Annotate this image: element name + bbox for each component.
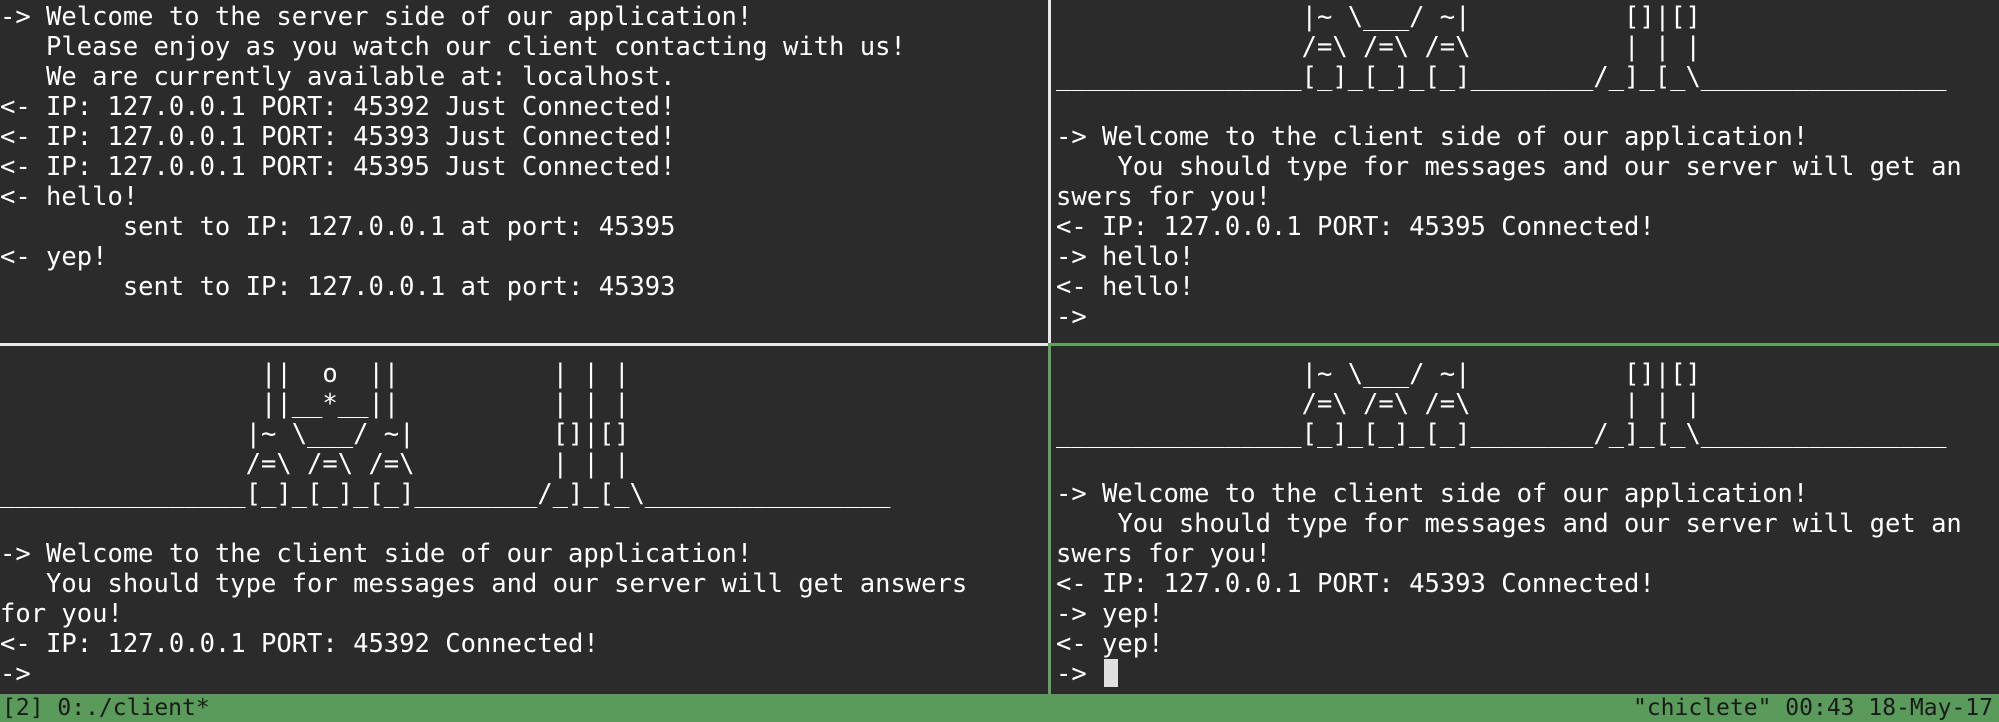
terminal-line: <- yep! [1056, 629, 1164, 659]
terminal-line: <- IP: 127.0.0.1 PORT: 45392 Connected! [0, 629, 599, 659]
prompt-text: -> [1056, 659, 1087, 689]
host-time-date: "chiclete" 00:43 18-May-17 [1632, 695, 1993, 721]
ascii-art-line: ||__*__|| | | | [0, 389, 630, 419]
terminal-line: You should type for messages and our ser… [1056, 509, 1962, 539]
terminal-line: We are currently available at: localhost… [0, 62, 676, 92]
client-output: |~ \___/ ~| []|[] /=\ /=\ /=\ | | | _____… [1056, 359, 1999, 689]
terminal-line: -> Welcome to the client side of our app… [0, 539, 753, 569]
ascii-art-line: /=\ /=\ /=\ | | | [1056, 32, 1701, 62]
window-list[interactable]: [2] 0:./client* [2, 694, 210, 722]
ascii-art-line: || o || | | | [0, 359, 630, 389]
prompt-line[interactable]: -> [1056, 302, 1999, 332]
terminal-line: You should type for messages and our ser… [0, 569, 968, 599]
text-cursor[interactable] [1104, 659, 1119, 687]
ascii-art-line: /=\ /=\ /=\ | | | [0, 449, 630, 479]
terminal-line: Please enjoy as you watch our client con… [0, 32, 906, 62]
client-pane-top-right[interactable]: |~ \___/ ~| []|[] /=\ /=\ /=\ | | | _____… [1056, 0, 1999, 340]
terminal-line: sent to IP: 127.0.0.1 at port: 45395 [0, 212, 676, 242]
terminal-line: swers for you! [1056, 539, 1271, 569]
terminal-line: <- IP: 127.0.0.1 PORT: 45393 Connected! [1056, 569, 1655, 599]
terminal-line: <- hello! [0, 182, 139, 212]
terminal-line: swers for you! [1056, 182, 1271, 212]
terminal-line: -> Welcome to the client side of our app… [1056, 122, 1809, 152]
terminal-line: <- IP: 127.0.0.1 PORT: 45392 Just Connec… [0, 92, 676, 122]
terminal-line: for you! [0, 599, 123, 629]
ascii-art-line: ________________[_]_[_]_[_]________/_]_[… [0, 479, 891, 509]
ascii-art-line: |~ \___/ ~| []|[] [1056, 359, 1701, 389]
ascii-art-line: /=\ /=\ /=\ | | | [1056, 389, 1701, 419]
pane-divider-horizontal-active[interactable] [1048, 343, 1999, 346]
terminal-line: sent to IP: 127.0.0.1 at port: 45393 [0, 272, 676, 302]
server-pane[interactable]: -> Welcome to the server side of our app… [0, 0, 1045, 340]
terminal-line: <- hello! [1056, 272, 1195, 302]
terminal-line: You should type for messages and our ser… [1056, 152, 1962, 182]
prompt-line[interactable]: -> [0, 659, 1045, 689]
terminal-line: -> hello! [1056, 242, 1195, 272]
client-output: |~ \___/ ~| []|[] /=\ /=\ /=\ | | | _____… [1056, 2, 1999, 332]
terminal-line: <- IP: 127.0.0.1 PORT: 45395 Connected! [1056, 212, 1655, 242]
client-pane-bottom-left[interactable]: || o || | | | ||__*__|| | | | |~ \___/ ~… [0, 347, 1045, 694]
terminal-line: <- yep! [0, 242, 108, 272]
tmux-status-bar: [2] 0:./client* "chiclete" 00:43 18-May-… [0, 694, 1999, 722]
pane-divider-horizontal[interactable] [0, 343, 1048, 346]
terminal-line: <- IP: 127.0.0.1 PORT: 45393 Just Connec… [0, 122, 676, 152]
server-output: -> Welcome to the server side of our app… [0, 2, 1045, 302]
pane-divider-vertical[interactable] [1048, 0, 1051, 343]
terminal-line: -> Welcome to the server side of our app… [0, 2, 753, 32]
active-prompt-line[interactable]: -> [1056, 659, 1999, 689]
terminal-line: -> yep! [1056, 599, 1164, 629]
terminal-line: -> Welcome to the client side of our app… [1056, 479, 1809, 509]
ascii-art-line: |~ \___/ ~| []|[] [0, 419, 630, 449]
terminal-line: <- IP: 127.0.0.1 PORT: 45395 Just Connec… [0, 152, 676, 182]
client-output: || o || | | | ||__*__|| | | | |~ \___/ ~… [0, 359, 1045, 689]
ascii-art-line: ________________[_]_[_]_[_]________/_]_[… [1056, 419, 1947, 449]
ascii-art-line: |~ \___/ ~| []|[] [1056, 2, 1701, 32]
pane-divider-vertical-active[interactable] [1048, 346, 1051, 694]
ascii-art-line: ________________[_]_[_]_[_]________/_]_[… [1056, 62, 1947, 92]
client-pane-bottom-right-active[interactable]: |~ \___/ ~| []|[] /=\ /=\ /=\ | | | _____… [1056, 347, 1999, 694]
